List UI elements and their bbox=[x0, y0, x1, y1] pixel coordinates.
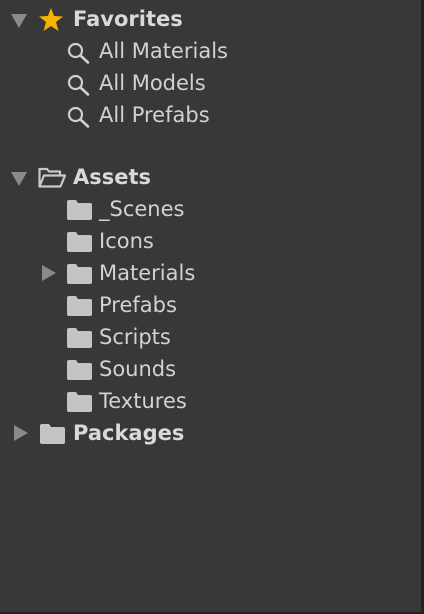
asset-folder-sounds[interactable]: Sounds bbox=[0, 353, 421, 385]
favorite-item-label: All Models bbox=[99, 71, 206, 95]
favorite-item-all-materials[interactable]: All Materials bbox=[0, 35, 421, 67]
folder-icon bbox=[67, 200, 92, 220]
favorites-label: Favorites bbox=[73, 7, 183, 31]
favorite-item-all-models[interactable]: All Models bbox=[0, 67, 421, 99]
assets-label: Assets bbox=[73, 165, 152, 189]
folder-icon bbox=[40, 424, 65, 444]
folder-icon bbox=[67, 360, 92, 380]
collapsed-caret-icon[interactable] bbox=[14, 425, 28, 441]
asset-folder-scripts[interactable]: Scripts bbox=[0, 321, 421, 353]
asset-folder-scenes[interactable]: _Scenes bbox=[0, 193, 421, 225]
favorite-item-label: All Prefabs bbox=[99, 103, 210, 127]
search-icon bbox=[67, 74, 91, 96]
asset-folder-label: Scripts bbox=[99, 325, 171, 349]
asset-folder-label: Textures bbox=[99, 389, 187, 413]
asset-folder-icons[interactable]: Icons bbox=[0, 225, 421, 257]
favorite-item-label: All Materials bbox=[99, 39, 228, 63]
asset-folder-label: Prefabs bbox=[99, 293, 177, 317]
star-icon bbox=[39, 8, 63, 31]
asset-folder-label: _Scenes bbox=[99, 197, 185, 221]
assets-header[interactable]: Assets bbox=[0, 161, 421, 193]
expand-caret-icon[interactable] bbox=[11, 14, 27, 28]
project-panel: Favorites All Materials All Models All P… bbox=[0, 0, 424, 614]
folder-icon bbox=[67, 296, 92, 316]
asset-folder-materials[interactable]: Materials bbox=[0, 257, 421, 289]
asset-folder-prefabs[interactable]: Prefabs bbox=[0, 289, 421, 321]
search-icon bbox=[67, 106, 91, 128]
collapsed-caret-icon[interactable] bbox=[42, 265, 56, 281]
folder-icon bbox=[67, 264, 92, 284]
packages-label: Packages bbox=[73, 421, 185, 445]
search-icon bbox=[67, 42, 91, 64]
folder-icon bbox=[67, 232, 92, 252]
asset-folder-label: Sounds bbox=[99, 357, 177, 381]
favorites-header[interactable]: Favorites bbox=[0, 3, 421, 35]
folder-icon bbox=[67, 328, 92, 348]
folder-open-icon bbox=[38, 167, 66, 188]
folder-icon bbox=[67, 392, 92, 412]
asset-folder-label: Icons bbox=[99, 229, 154, 253]
expand-caret-icon[interactable] bbox=[11, 172, 27, 186]
asset-folder-textures[interactable]: Textures bbox=[0, 385, 421, 417]
favorite-item-all-prefabs[interactable]: All Prefabs bbox=[0, 99, 421, 131]
packages-header[interactable]: Packages bbox=[0, 417, 421, 449]
asset-folder-label: Materials bbox=[99, 261, 196, 285]
